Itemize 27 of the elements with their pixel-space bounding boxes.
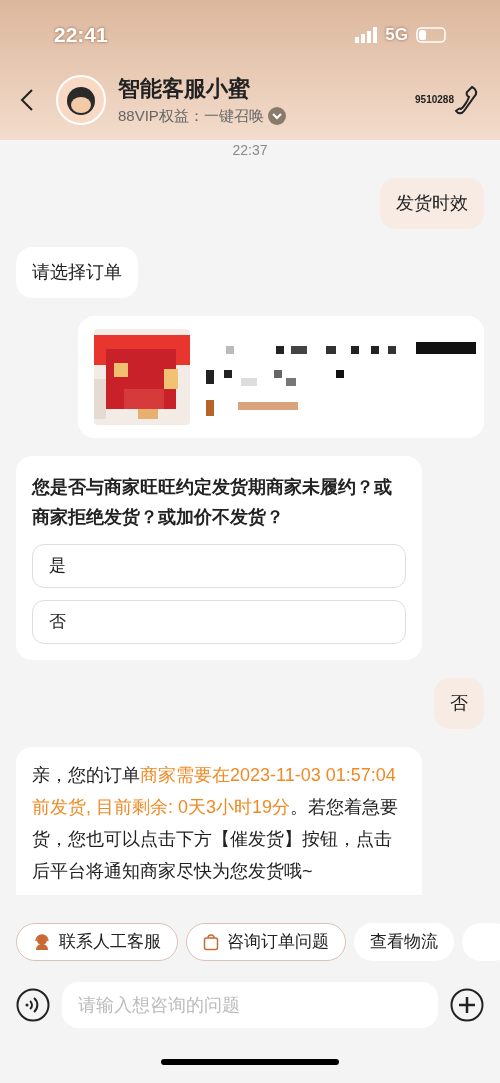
quick-reply-chip[interactable]: 查看物流 [354,923,454,961]
avatar-icon [56,74,106,125]
agent-icon [33,933,51,951]
user-message: 否 [434,678,484,729]
bot-message: 请选择订单 [16,247,138,298]
question-text: 您是否与商家旺旺约定发货期商家未履约？或商家拒绝发货？或加价不发货？ [32,476,393,529]
user-message: 发货时效 [380,178,484,229]
battery-icon [416,27,446,43]
chevron-down-icon[interactable] [267,107,286,126]
answer-option[interactable]: 否 [32,600,406,644]
quick-reply-chip[interactable]: 联系人工客服 [16,923,178,961]
quick-reply-chip[interactable]: 咨询订单问题 [186,923,346,961]
hotline-button[interactable]: 9510288 [415,82,480,117]
chat-title: 智能客服小蜜 [118,75,251,103]
signal-icon [355,27,378,43]
bag-icon [203,933,219,951]
answer-option[interactable]: 是 [32,544,406,588]
timestamp: 22:37 [232,142,268,158]
add-icon[interactable] [450,988,484,1022]
order-card[interactable] [78,316,484,438]
vip-benefit-text: 88VIP权益：一键召唤 [118,106,264,126]
back-icon [20,87,34,112]
voice-icon[interactable] [16,988,50,1022]
message-input-field[interactable]: 请输入想咨询的问题 [62,982,438,1028]
status-time: 22:41 [54,22,108,49]
bot-message: 亲，您的订单商家需要在2023-11-03 01:57:04前发货, 目前剩余: 0天3小时19分。若您着急要货，您也可以点击下方【催发货】按钮，点击后平台将通知商家尽快为您发货哦~ [16,747,422,895]
network-label: 5G [385,24,408,47]
